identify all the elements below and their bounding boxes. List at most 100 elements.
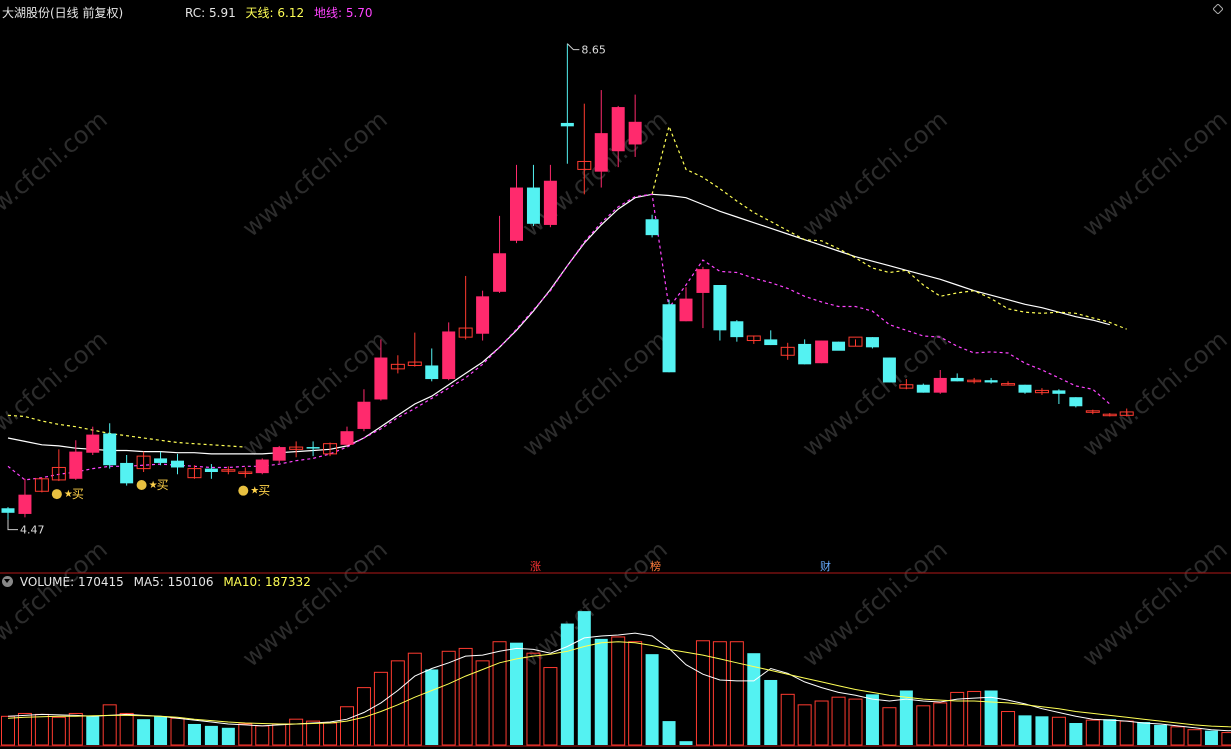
candle <box>1052 389 1066 404</box>
volume-bar <box>848 698 863 746</box>
candle <box>493 215 507 293</box>
candle-body <box>730 321 744 338</box>
volume-legend: VOLUME: 170415 MA5: 150106 MA10: 187332 <box>2 575 311 589</box>
candle-body <box>645 219 659 236</box>
volume-bar <box>272 723 287 746</box>
volume-bar <box>628 641 643 746</box>
volume-bar <box>611 636 626 746</box>
candle <box>526 164 540 227</box>
candle <box>662 299 676 373</box>
candle-body <box>1018 384 1032 393</box>
candle <box>34 477 49 493</box>
candle <box>407 332 422 367</box>
volume-bar <box>137 719 151 745</box>
volume-bar <box>797 704 812 746</box>
volume-bar <box>492 641 507 746</box>
buy-signals: ★ 买 ★ 买 ★ 买 <box>51 478 270 501</box>
candle-body <box>425 365 439 380</box>
chart-canvas[interactable]: www.cfchi.com www.cfchi.com www.cfchi.com w… <box>0 0 1231 749</box>
candle-body <box>357 401 371 429</box>
candle-body <box>340 431 354 445</box>
volume-bar <box>1204 730 1218 745</box>
high-pointer <box>566 43 580 51</box>
zhang-marker[interactable]: 涨 <box>530 558 541 574</box>
volume-bar <box>729 641 744 746</box>
volume-bar <box>306 720 321 746</box>
ma5-value: MA5: 150106 <box>133 575 214 589</box>
candle <box>154 451 168 466</box>
volume-bar <box>1119 720 1134 746</box>
volume-bar <box>1035 716 1049 745</box>
volume-bar <box>814 700 829 746</box>
cai-marker[interactable]: 财 <box>820 558 831 574</box>
ma5-line <box>7 632 1231 732</box>
dixian-legend: 地线: 5.70 <box>313 6 373 20</box>
candle <box>713 285 727 341</box>
candle <box>882 357 896 383</box>
candle <box>390 355 405 374</box>
candle-body <box>882 357 896 383</box>
candle-body <box>476 296 490 334</box>
volume-bar <box>255 725 270 746</box>
volume-bar <box>780 693 795 746</box>
candle <box>204 464 218 479</box>
volume-bar <box>764 679 778 745</box>
volume-bar <box>154 716 168 745</box>
candle-body <box>560 122 574 127</box>
volume-ma-lines <box>7 632 1231 732</box>
rc-legend: RC: 5.91 <box>185 6 236 20</box>
watermark-text: www.cfchi.com <box>797 105 953 242</box>
candle-body <box>815 340 829 364</box>
volume-bar <box>204 725 218 745</box>
bang-marker[interactable]: 榜 <box>650 558 661 574</box>
candle <box>255 458 269 475</box>
candle <box>933 370 947 394</box>
candle <box>696 266 710 329</box>
money-bag-icon <box>238 485 249 496</box>
candle <box>560 43 574 164</box>
candle <box>171 453 184 475</box>
candle <box>950 373 964 382</box>
candle <box>425 348 439 382</box>
buy-signal: ★ 买 <box>51 487 84 501</box>
volume-bar <box>441 650 456 746</box>
volume-bar <box>712 641 727 746</box>
collapse-icon[interactable] <box>2 576 13 587</box>
candle <box>18 478 32 518</box>
candle <box>967 377 982 384</box>
candle <box>1 507 15 520</box>
volume-bar <box>594 638 608 745</box>
volume-bar <box>662 721 676 745</box>
candle-body <box>1 508 15 513</box>
candle-body <box>120 462 134 484</box>
candle <box>730 320 744 342</box>
candle <box>832 341 846 351</box>
expand-icon[interactable] <box>1213 4 1223 14</box>
volume-bar <box>340 706 354 746</box>
candle-body <box>713 285 727 331</box>
volume-bar <box>373 671 388 746</box>
candle-body <box>696 269 710 293</box>
candle <box>238 467 253 478</box>
candle-body <box>832 341 846 351</box>
candle-body <box>86 434 100 453</box>
ma10-value: MA10: 187332 <box>223 575 311 589</box>
candle <box>306 441 320 457</box>
candle-body <box>950 377 964 382</box>
candle <box>69 440 83 480</box>
watermark-text: www.cfchi.com <box>1077 105 1231 242</box>
candle <box>848 336 863 347</box>
buy-label: 买 <box>258 484 270 498</box>
volume-bar <box>1051 716 1066 746</box>
candle-body <box>628 121 642 145</box>
candle-body <box>69 451 83 479</box>
money-bag-icon <box>51 489 62 500</box>
volume-bar <box>221 727 235 745</box>
watermark-text: www.cfchi.com <box>797 535 953 672</box>
candle <box>1085 409 1100 415</box>
volume-bar <box>51 716 66 746</box>
volume-bar <box>356 687 371 746</box>
volume-bar <box>679 741 693 745</box>
candle <box>1034 388 1049 395</box>
ma10-line <box>7 641 1231 728</box>
